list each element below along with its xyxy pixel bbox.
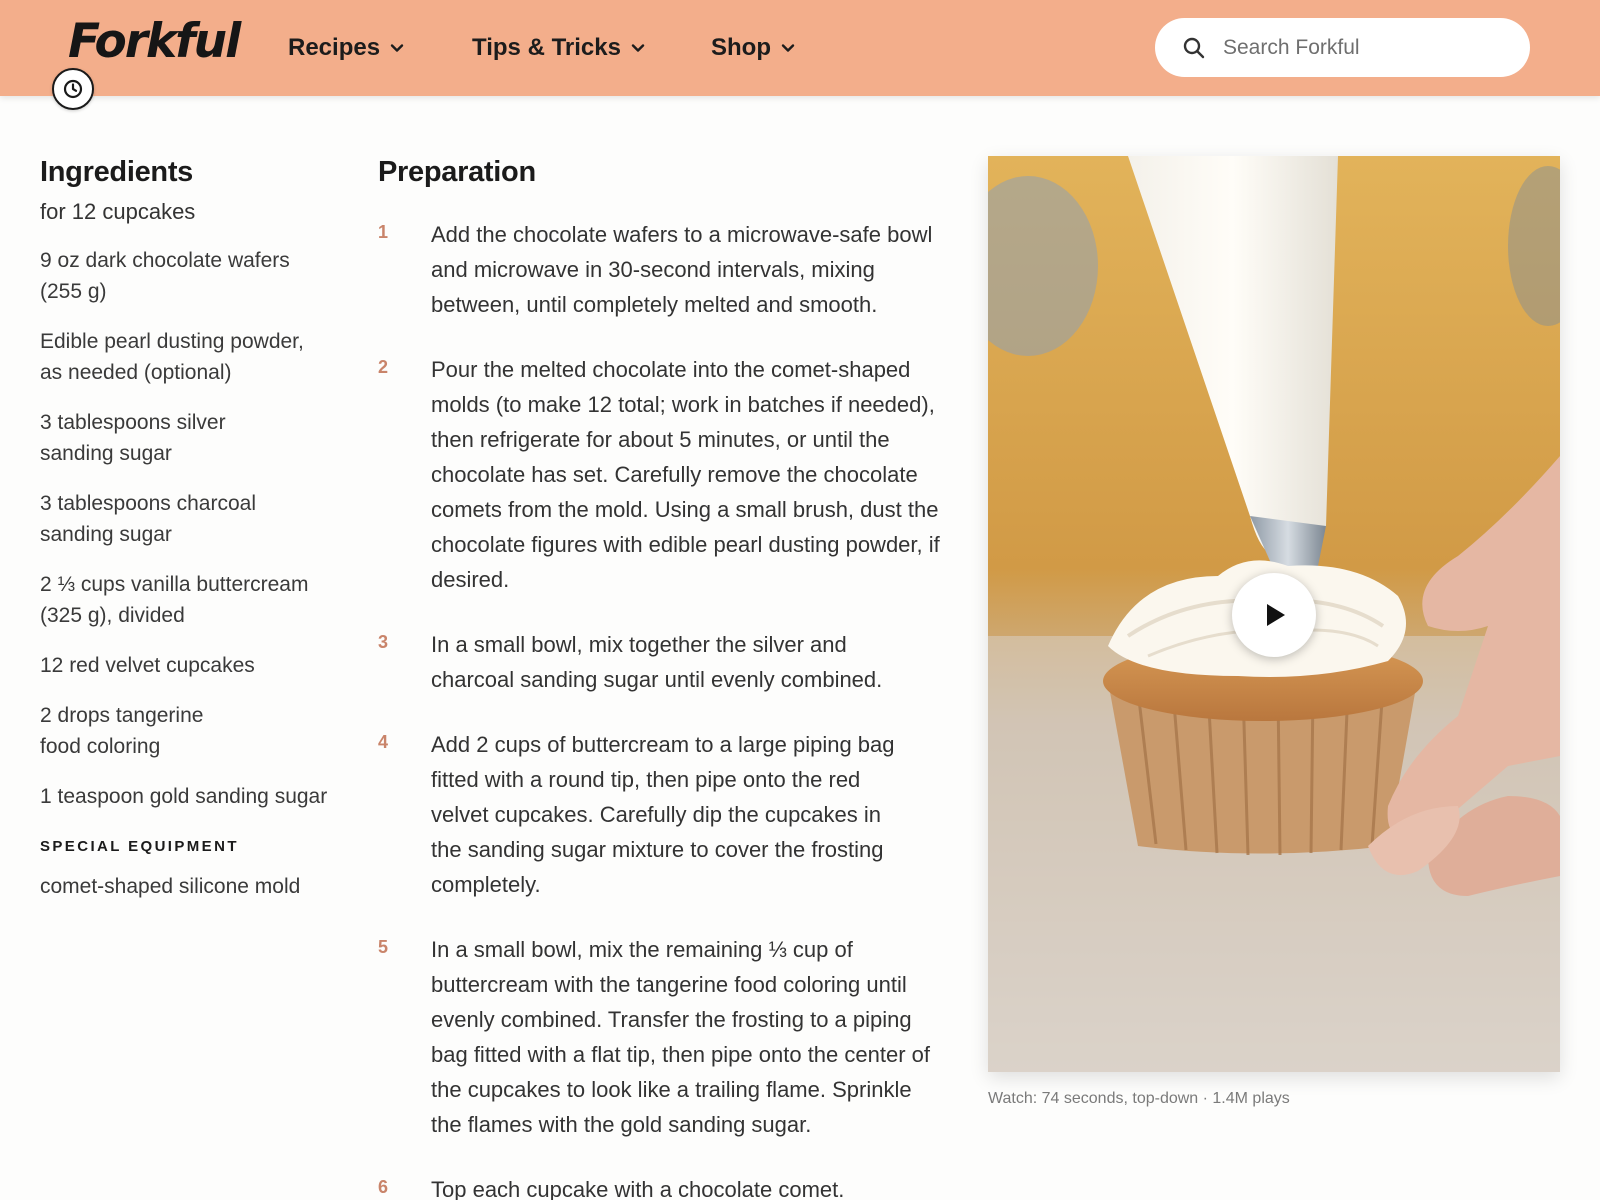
- play-button[interactable]: [1232, 573, 1316, 657]
- ingredient-item: Edible pearl dusting powder, as needed (…: [40, 330, 304, 384]
- preparation-section: Preparation 1 Add the chocolate wafers t…: [378, 156, 958, 1200]
- nav-tips-and-tricks[interactable]: Tips & Tricks: [472, 33, 646, 63]
- step-number: 6: [378, 1177, 389, 1197]
- chevron-down-icon: [390, 44, 404, 52]
- chevron-down-icon: [631, 44, 645, 52]
- chevron-down-icon: [781, 44, 795, 52]
- site-logo[interactable]: Forkful: [68, 14, 241, 69]
- step-number: 2: [378, 357, 389, 377]
- site-header: Forkful Recipes Tips & Tricks Shop: [0, 0, 1600, 96]
- timer-button[interactable]: [52, 68, 94, 110]
- search-box[interactable]: [1155, 18, 1530, 77]
- search-input[interactable]: [1223, 35, 1503, 60]
- step-text: Pour the melted chocolate into the comet…: [431, 357, 940, 592]
- ingredient-item: 3 tablespoons silver sanding sugar: [40, 411, 226, 465]
- step-text: Add 2 cups of buttercream to a large pip…: [431, 732, 895, 897]
- ingredients-section: Ingredients for 12 cupcakes 9 oz dark ch…: [40, 156, 340, 899]
- recipe-video[interactable]: [988, 156, 1560, 1072]
- search-icon: [1183, 37, 1205, 58]
- nav-tips-label: Tips & Tricks: [472, 34, 621, 61]
- step-number: 1: [378, 222, 389, 242]
- ingredient-item: 3 tablespoons charcoal sanding sugar: [40, 492, 256, 546]
- step-item: 2 Pour the melted chocolate into the com…: [378, 352, 958, 597]
- play-icon: [1267, 604, 1285, 626]
- special-equipment-label: SPECIAL EQUIPMENT: [40, 838, 239, 855]
- step-number: 4: [378, 732, 389, 752]
- step-item: 1 Add the chocolate wafers to a microwav…: [378, 217, 958, 322]
- preparation-title: Preparation: [378, 156, 536, 188]
- nav-recipes[interactable]: Recipes: [288, 33, 405, 63]
- nav-recipes-label: Recipes: [288, 34, 381, 61]
- ingredient-item: 1 teaspoon gold sanding sugar: [40, 785, 328, 808]
- ingredients-title: Ingredients: [40, 156, 193, 188]
- ingredient-item: 9 oz dark chocolate wafers (255 g): [40, 249, 290, 303]
- video-caption: Watch: 74 seconds, top-down · 1.4M plays: [988, 1090, 1290, 1107]
- step-text: Add the chocolate wafers to a microwave-…: [431, 222, 933, 317]
- step-number: 5: [378, 937, 389, 957]
- ingredient-item: 2 ⅓ cups vanilla buttercream (325 g), di…: [40, 573, 309, 627]
- equipment-item: comet-shaped silicone mold: [40, 875, 301, 898]
- step-text: In a small bowl, mix together the silver…: [431, 632, 883, 692]
- servings-label: for 12 cupcakes: [40, 199, 196, 224]
- step-number: 3: [378, 632, 389, 652]
- ingredient-item: 2 drops tangerine food coloring: [40, 704, 204, 758]
- nav-shop-label: Shop: [711, 34, 771, 61]
- step-list: 1 Add the chocolate wafers to a microwav…: [378, 217, 958, 1200]
- ingredient-item: 12 red velvet cupcakes: [40, 654, 255, 677]
- step-item: 3 In a small bowl, mix together the silv…: [378, 627, 958, 697]
- step-item: 6 Top each cupcake with a chocolate come…: [378, 1172, 958, 1200]
- step-text: In a small bowl, mix the remaining ⅓ cup…: [431, 937, 930, 1137]
- timer-icon: [63, 79, 83, 99]
- step-item: 5 In a small bowl, mix the remaining ⅓ c…: [378, 932, 958, 1142]
- step-item: 4 Add 2 cups of buttercream to a large p…: [378, 727, 958, 902]
- step-text: Top each cupcake with a chocolate comet.: [431, 1177, 845, 1200]
- nav-shop[interactable]: Shop: [711, 33, 796, 63]
- ingredient-list: 9 oz dark chocolate wafers (255 g) Edibl…: [40, 245, 340, 812]
